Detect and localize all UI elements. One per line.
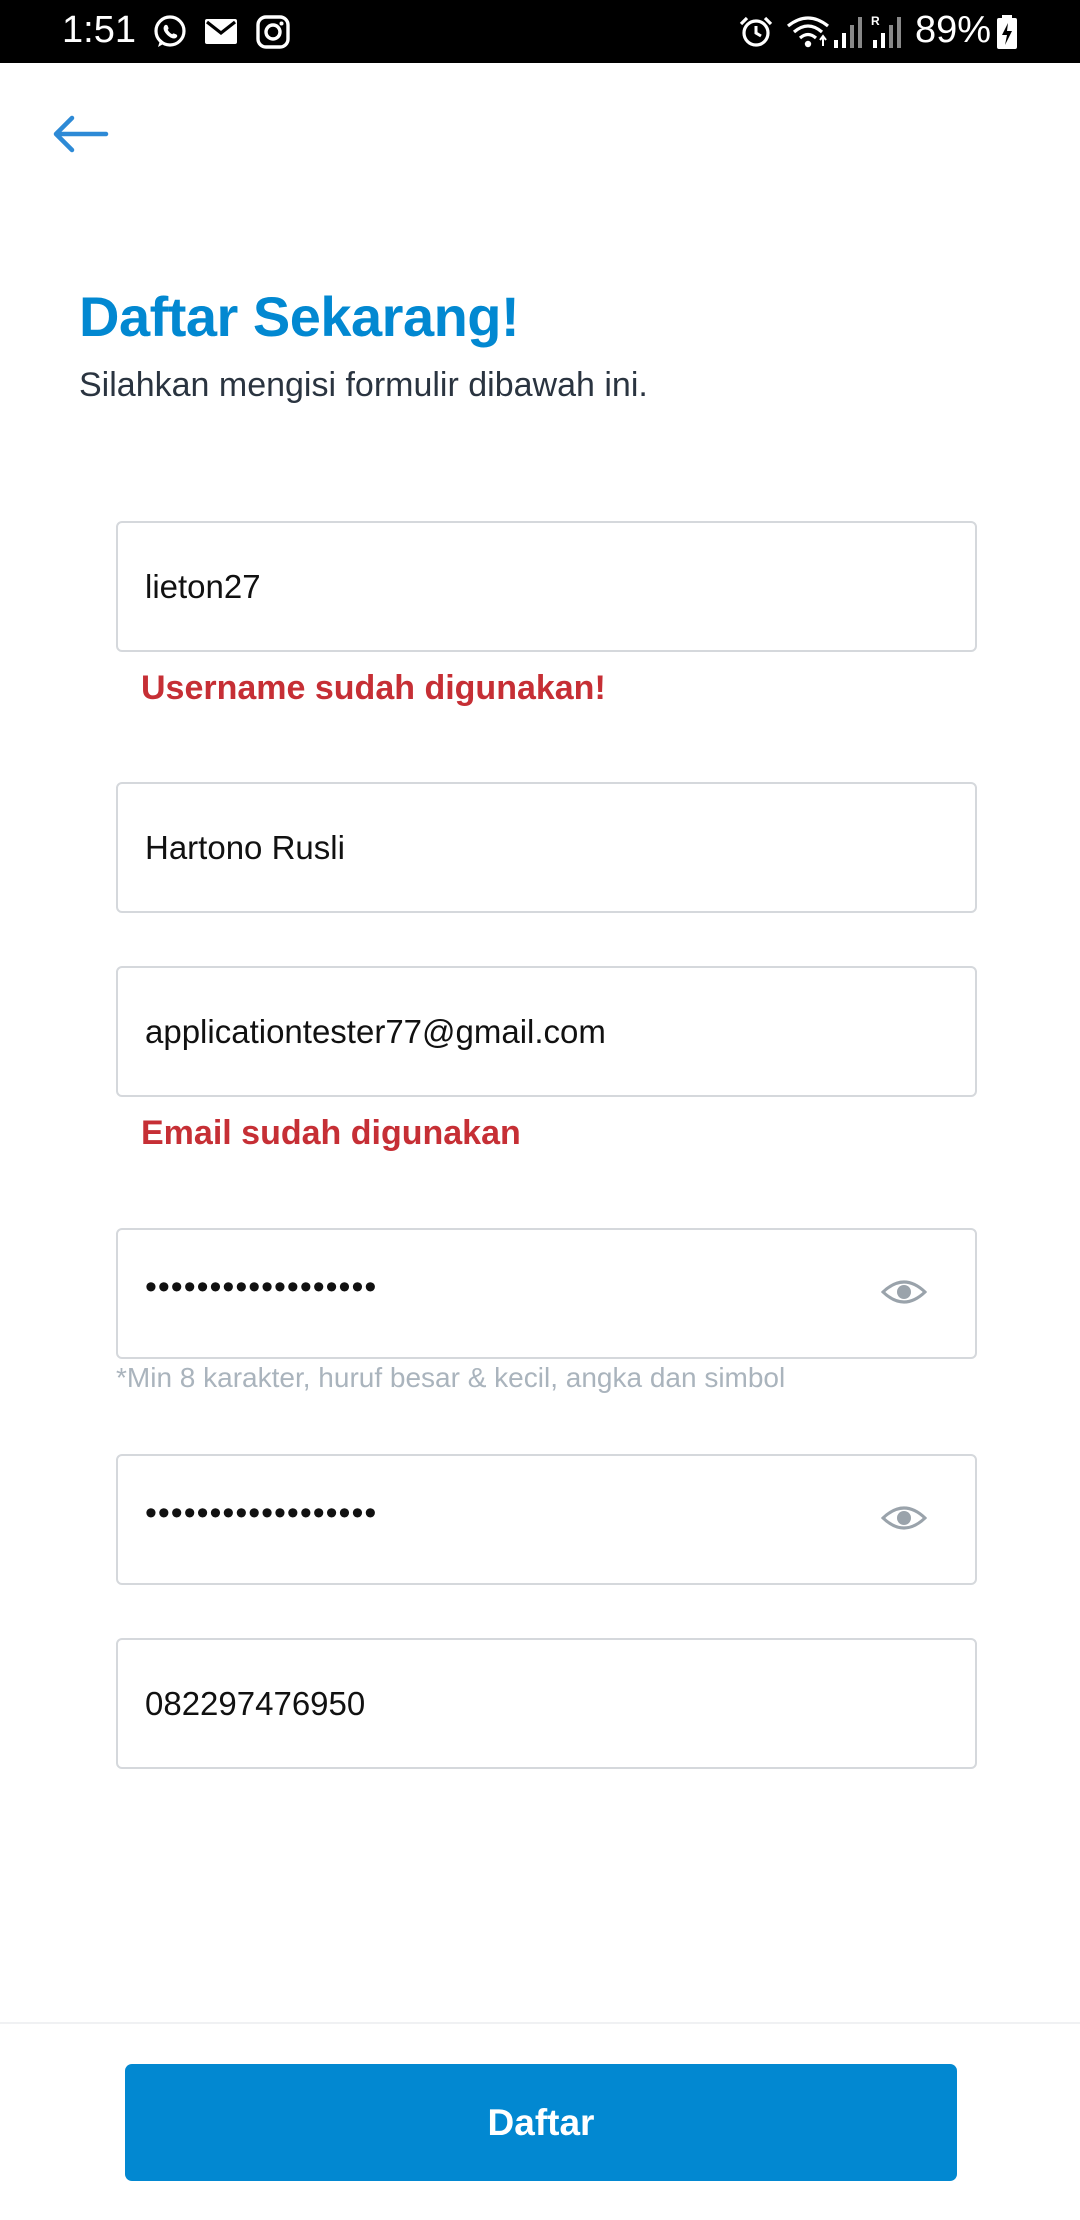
instagram-icon: [255, 14, 291, 50]
phone-value: 082297476950: [145, 1685, 366, 1722]
eye-icon[interactable]: [881, 1502, 927, 1534]
mail-icon: [203, 14, 239, 50]
submit-button[interactable]: Daftar: [125, 2064, 957, 2181]
page-title: Daftar Sekarang!: [79, 285, 520, 348]
phone-field[interactable]: 082297476950: [116, 1638, 977, 1769]
status-time: 1:51: [62, 9, 136, 51]
alarm-icon: [738, 14, 774, 50]
status-bar: 1:51 R 89%: [0, 0, 1080, 63]
eye-icon[interactable]: [881, 1276, 927, 1308]
password-hint: *Min 8 karakter, huruf besar & kecil, an…: [116, 1362, 786, 1393]
username-error: Username sudah digunakan!: [141, 669, 606, 707]
username-field[interactable]: lieton27: [116, 521, 977, 652]
arrow-left-icon: [53, 115, 109, 153]
bottom-divider: [0, 2022, 1080, 2024]
password-field[interactable]: ••••••••••••••••••: [116, 1228, 977, 1359]
battery-percentage: 89%: [915, 9, 992, 51]
fullname-field[interactable]: Hartono Rusli: [116, 782, 977, 913]
username-value: lieton27: [145, 568, 261, 605]
email-error: Email sudah digunakan: [141, 1114, 521, 1152]
svg-text:R: R: [871, 14, 880, 28]
fullname-value: Hartono Rusli: [145, 829, 345, 866]
confirm-password-value: ••••••••••••••••••: [145, 1494, 378, 1532]
page-subtitle: Silahkan mengisi formulir dibawah ini.: [79, 366, 648, 404]
signal-roaming-icon: R: [870, 14, 906, 50]
password-value: ••••••••••••••••••: [145, 1268, 378, 1306]
email-field[interactable]: applicationtester77@gmail.com: [116, 966, 977, 1097]
email-value: applicationtester77@gmail.com: [145, 1013, 606, 1050]
confirm-password-field[interactable]: ••••••••••••••••••: [116, 1454, 977, 1585]
battery-charging-icon: [995, 14, 1019, 50]
whatsapp-icon: [152, 14, 188, 50]
wifi-icon: [786, 14, 830, 50]
back-button[interactable]: [48, 110, 112, 158]
signal-icon: [833, 14, 863, 50]
